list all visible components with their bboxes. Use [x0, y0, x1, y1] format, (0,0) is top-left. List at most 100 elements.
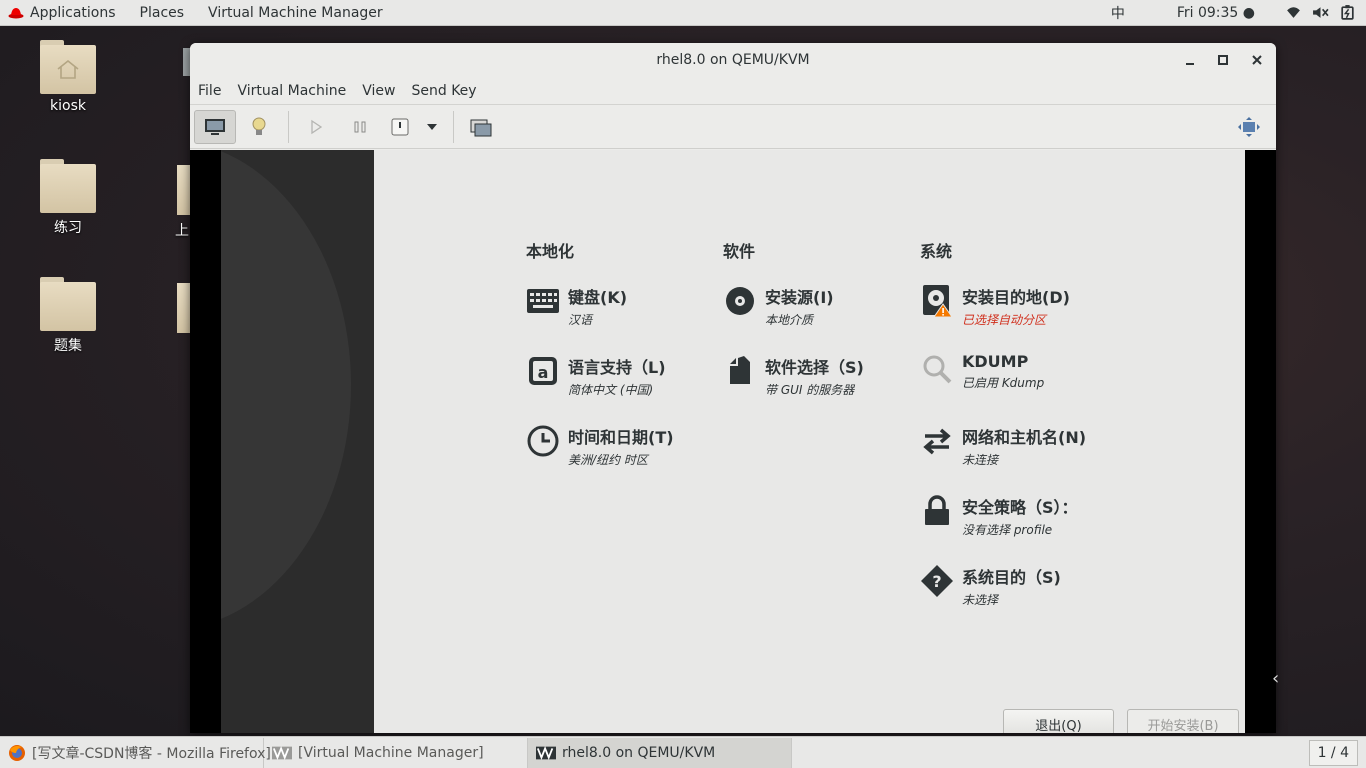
spoke-status: 简体中文 (中国)	[568, 383, 654, 397]
lightbulb-icon	[252, 117, 266, 135]
applications-menu[interactable]: Applications	[18, 0, 128, 26]
spoke-status: 已启用 Kdump	[962, 376, 1045, 390]
workspace-pager[interactable]: 1 / 4	[1308, 740, 1358, 766]
taskbar: [写文章-CSDN博客 - Mozilla Firefox] [Virtual …	[0, 736, 1366, 768]
places-menu[interactable]: Places	[128, 0, 197, 26]
menu-send-key[interactable]: Send Key	[403, 83, 484, 99]
minimize-button[interactable]	[1173, 43, 1207, 77]
monitor-icon	[205, 118, 225, 135]
close-button[interactable]	[1240, 43, 1274, 77]
installer-sidebar	[221, 150, 374, 733]
svg-text:a: a	[538, 363, 549, 382]
harddisk-warning-icon	[923, 285, 953, 318]
desktop-icon-label: 题集	[54, 338, 82, 354]
desktop-icon-folder-2[interactable]: 题集	[28, 277, 108, 355]
shutdown-dropdown[interactable]	[419, 110, 445, 144]
spoke-language[interactable]: a 语言支持（L) 简体中文 (中国)	[526, 354, 666, 398]
home-folder-icon	[40, 40, 96, 94]
volume-muted-icon	[1313, 7, 1329, 18]
menu-view[interactable]: View	[354, 83, 403, 99]
active-app-menu[interactable]: Virtual Machine Manager	[196, 0, 395, 26]
play-icon	[311, 119, 323, 134]
spoke-status: 未选择	[962, 593, 999, 607]
window-titlebar[interactable]: rhel8.0 on QEMU/KVM	[190, 43, 1276, 77]
desktop-icon-label: kiosk	[50, 98, 86, 114]
run-button[interactable]	[295, 110, 337, 144]
virt-manager-icon	[536, 745, 556, 761]
column-heading-software: 软件	[723, 242, 756, 261]
spoke-installation-source[interactable]: 安装源(I) 本地介质	[723, 284, 834, 328]
system-tray[interactable]	[1285, 4, 1356, 21]
pause-button[interactable]	[339, 110, 381, 144]
spoke-kdump[interactable]: KDUMP 已启用 Kdump	[920, 352, 1044, 391]
keyboard-icon	[527, 289, 559, 313]
details-view-button[interactable]	[238, 110, 280, 144]
snapshot-icon	[470, 119, 492, 136]
spoke-installation-destination[interactable]: 安装目的地(D) 已选择自动分区	[920, 284, 1070, 328]
quit-button[interactable]: 退出(Q)	[1003, 709, 1114, 733]
spoke-title: 安装目的地(D)	[962, 288, 1070, 307]
spoke-status: 汉语	[568, 313, 593, 327]
folder-icon	[40, 277, 96, 331]
begin-installation-button[interactable]: 开始安装(B)	[1127, 709, 1239, 733]
firefox-icon	[8, 744, 26, 761]
desktop-icon-folder-1[interactable]: 练习	[28, 159, 108, 237]
desktop-icon-kiosk[interactable]: kiosk	[28, 40, 108, 114]
toolbar-separator	[453, 110, 454, 143]
folder-icon	[40, 159, 96, 213]
disc-icon	[726, 287, 754, 315]
snapshots-button[interactable]	[460, 110, 502, 144]
close-icon	[1252, 55, 1262, 65]
fullscreen-button[interactable]	[1228, 110, 1270, 144]
spoke-status: 没有选择 profile	[962, 523, 1053, 537]
wifi-icon	[1287, 7, 1300, 18]
spoke-system-purpose[interactable]: ? 系统目的（S) 未选择	[920, 564, 1061, 608]
spoke-title: 键盘(K)	[568, 288, 628, 307]
toolbar-separator	[288, 110, 289, 143]
spoke-title: 系统目的（S)	[962, 568, 1061, 587]
input-method-indicator[interactable]: 中	[1099, 0, 1137, 26]
question-diamond-icon: ?	[921, 565, 953, 597]
menu-virtual-machine[interactable]: Virtual Machine	[229, 83, 354, 99]
desktop-icon-label: 上	[175, 223, 189, 239]
power-off-icon	[391, 118, 409, 135]
chevron-left-icon[interactable]: ‹	[1272, 668, 1279, 689]
clock[interactable]: Fri 09:35 ●	[1165, 0, 1267, 26]
column-heading-system: 系统	[920, 242, 953, 261]
language-icon: a	[529, 357, 557, 385]
spoke-status: 本地介质	[765, 313, 814, 327]
spoke-keyboard[interactable]: 键盘(K) 汉语	[526, 284, 627, 328]
window-title: rhel8.0 on QEMU/KVM	[656, 52, 810, 68]
guest-display[interactable]: 本地化 软件 系统 键盘(K) 汉语 a 语言支持（L) 简体中文 (中国) 时间和…	[190, 150, 1276, 733]
power-icon	[1341, 5, 1354, 20]
spoke-title: KDUMP	[962, 352, 1029, 371]
maximize-button[interactable]	[1206, 43, 1240, 77]
vm-window: rhel8.0 on QEMU/KVM File Virtual Machine…	[190, 43, 1276, 733]
task-firefox[interactable]: [写文章-CSDN博客 - Mozilla Firefox]	[0, 737, 271, 768]
spoke-time-date[interactable]: 时间和日期(T) 美洲/纽约 时区	[526, 424, 674, 468]
spoke-software-selection[interactable]: 软件选择（S) 带 GUI 的服务器	[723, 354, 864, 398]
search-icon	[923, 355, 952, 384]
task-label: rhel8.0 on QEMU/KVM	[562, 744, 716, 761]
spoke-network-hostname[interactable]: 网络和主机名(N) 未连接	[920, 424, 1086, 468]
spoke-title: 网络和主机名(N)	[962, 428, 1087, 447]
task-label: [Virtual Machine Manager]	[298, 744, 484, 761]
chevron-down-icon	[427, 123, 437, 130]
shutdown-button[interactable]	[383, 110, 417, 144]
task-label: [写文章-CSDN博客 - Mozilla Firefox]	[32, 745, 271, 762]
package-icon	[730, 356, 750, 384]
console-view-button[interactable]	[194, 109, 236, 144]
spoke-title: 时间和日期(T)	[568, 428, 674, 447]
spoke-title: 软件选择（S)	[765, 358, 864, 377]
top-bar: Applications Places Virtual Machine Mana…	[0, 0, 1366, 26]
task-virt-manager[interactable]: [Virtual Machine Manager]	[264, 737, 528, 768]
spoke-status-warning: 已选择自动分区	[962, 313, 1047, 327]
spoke-security-policy[interactable]: 安全策略（S）： 没有选择 profile	[920, 494, 1078, 538]
svg-text:?: ?	[932, 572, 941, 591]
menu-file[interactable]: File	[190, 83, 229, 99]
fullscreen-icon	[1238, 116, 1260, 137]
spoke-title: 安装源(I)	[765, 288, 834, 307]
task-vm-console[interactable]: rhel8.0 on QEMU/KVM	[528, 737, 792, 768]
toolbar	[190, 105, 1276, 149]
maximize-icon	[1218, 55, 1228, 65]
